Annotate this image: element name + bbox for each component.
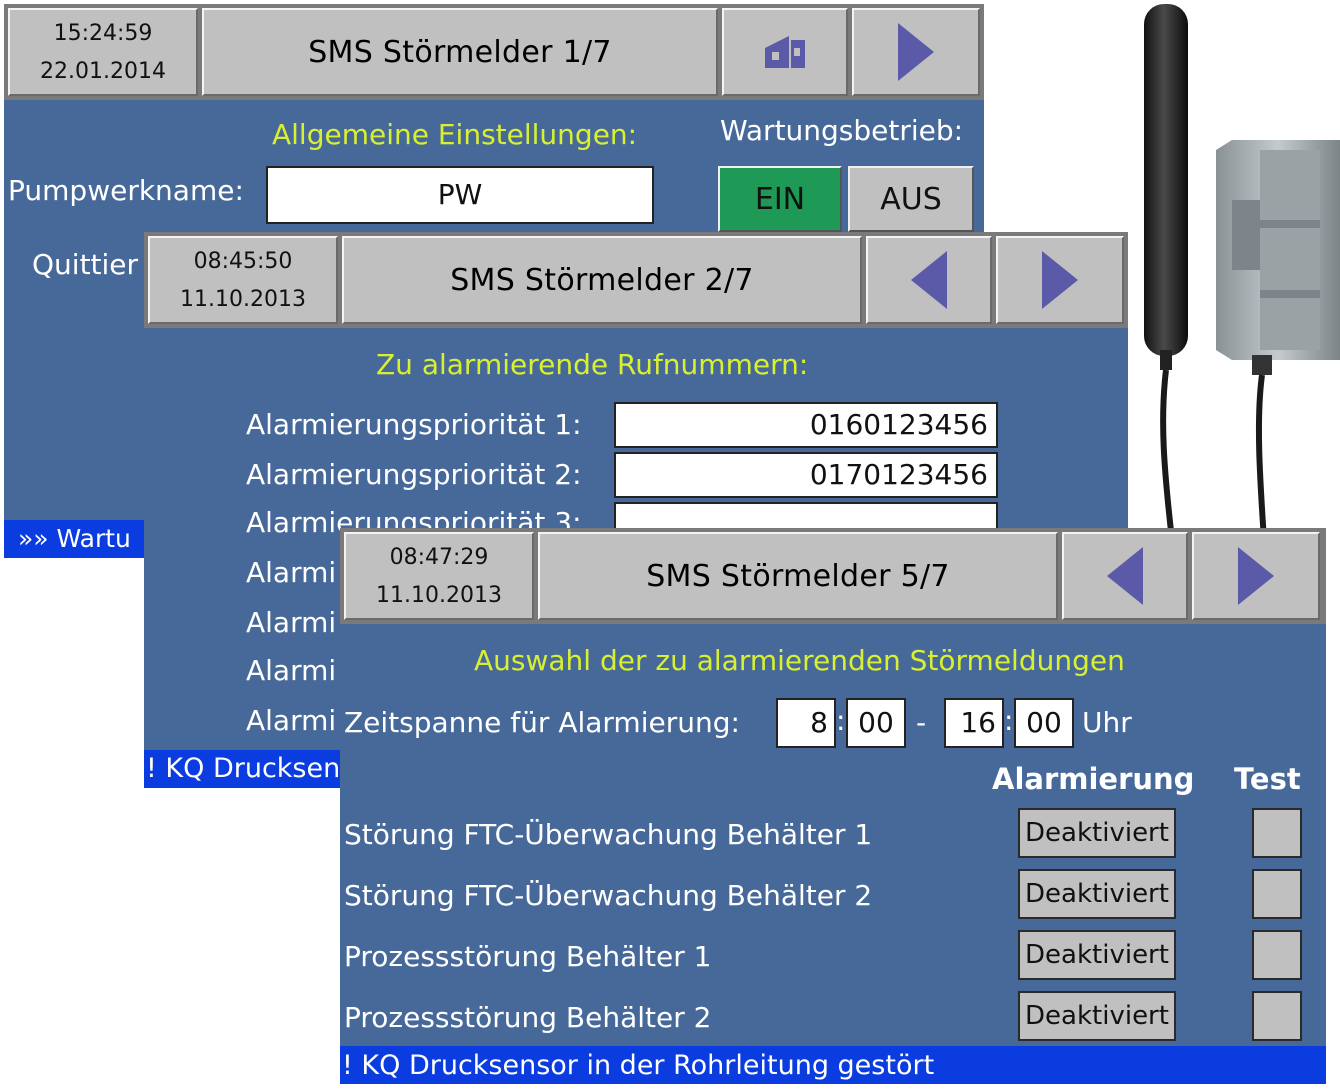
home-icon <box>765 36 805 68</box>
colon: : <box>1004 704 1014 737</box>
time: 15:24:59 <box>53 21 153 46</box>
section-heading: Allgemeine Einstellungen: <box>272 118 638 151</box>
time-period-label: Zeitspanne für Alarmierung: <box>344 706 740 739</box>
date: 11.10.2013 <box>180 287 306 312</box>
start-minute-field[interactable]: 00 <box>846 698 906 748</box>
colon: : <box>836 704 846 737</box>
alarm-label: Störung FTC-Überwachung Behälter 2 <box>344 879 873 912</box>
home-button[interactable] <box>722 8 848 96</box>
test-button[interactable] <box>1252 930 1302 980</box>
arrow-right-icon <box>1238 547 1274 605</box>
page-title: SMS Störmelder 5/7 <box>538 532 1058 620</box>
test-button[interactable] <box>1252 991 1302 1041</box>
test-button[interactable] <box>1252 869 1302 919</box>
end-hour-field[interactable]: 16 <box>944 698 1004 748</box>
end-minute-field[interactable]: 00 <box>1014 698 1074 748</box>
alarm-label: Prozessstörung Behälter 2 <box>344 1001 712 1034</box>
alarm-state-button[interactable]: Deaktiviert <box>1018 808 1176 858</box>
phone-number-field[interactable]: 0160123456 <box>614 402 998 448</box>
clock: 15:24:59 22.01.2014 <box>8 8 198 96</box>
section-heading: Zu alarmierende Rufnummern: <box>376 348 809 381</box>
section-heading: Auswahl der zu alarmierenden Störmeldung… <box>474 644 1125 677</box>
priority-label: Alarmi <box>246 606 337 639</box>
arrow-left-icon <box>911 251 947 309</box>
priority-label: Alarmi <box>246 654 337 687</box>
range-dash: - <box>916 706 927 739</box>
next-page-button[interactable] <box>996 236 1124 324</box>
phone-number-field[interactable]: 0170123456 <box>614 452 998 498</box>
date: 22.01.2014 <box>40 59 166 84</box>
next-page-button[interactable] <box>852 8 980 96</box>
maintenance-off-button[interactable]: AUS <box>848 166 974 232</box>
date: 11.10.2013 <box>376 583 502 608</box>
station-name-label: Pumpwerkname: <box>8 174 244 207</box>
prev-page-button[interactable] <box>866 236 992 324</box>
time: 08:47:29 <box>389 545 489 570</box>
alarm-label: Störung FTC-Überwachung Behälter 1 <box>344 818 873 851</box>
alarm-label: Prozessstörung Behälter 1 <box>344 940 712 973</box>
acknowledge-label: Quittier <box>32 248 139 281</box>
clock: 08:47:29 11.10.2013 <box>344 532 534 620</box>
test-button[interactable] <box>1252 808 1302 858</box>
uhr-label: Uhr <box>1082 706 1132 739</box>
clock: 08:45:50 11.10.2013 <box>148 236 338 324</box>
prev-page-button[interactable] <box>1062 532 1188 620</box>
column-header-alarm: Alarmierung <box>992 762 1195 796</box>
arrow-right-icon <box>898 23 934 81</box>
priority-label: Alarmierungspriorität 2: <box>246 458 582 491</box>
modem-icon <box>1216 140 1340 540</box>
screen-5-panel: 08:47:29 11.10.2013 SMS Störmelder 5/7 A… <box>340 528 1326 1084</box>
station-name-field[interactable]: PW <box>266 166 654 224</box>
page-title: SMS Störmelder 2/7 <box>342 236 862 324</box>
page-title: SMS Störmelder 1/7 <box>202 8 718 96</box>
screen-2-header: 08:45:50 11.10.2013 SMS Störmelder 2/7 <box>144 232 1128 328</box>
priority-label: Alarmierungspriorität 1: <box>246 408 582 441</box>
maintenance-label: Wartungsbetrieb: <box>720 114 964 147</box>
alarm-state-button[interactable]: Deaktiviert <box>1018 869 1176 919</box>
priority-label: Alarmi <box>246 556 337 589</box>
column-header-test: Test <box>1234 762 1301 796</box>
time: 08:45:50 <box>193 249 293 274</box>
screen-1-header: 15:24:59 22.01.2014 SMS Störmelder 1/7 <box>4 4 984 100</box>
screen-5-header: 08:47:29 11.10.2013 SMS Störmelder 5/7 <box>340 528 1326 624</box>
maintenance-on-button[interactable]: EIN <box>718 166 842 232</box>
arrow-left-icon <box>1107 547 1143 605</box>
next-page-button[interactable] <box>1192 532 1320 620</box>
start-hour-field[interactable]: 8 <box>776 698 836 748</box>
alarm-state-button[interactable]: Deaktiviert <box>1018 930 1176 980</box>
arrow-right-icon <box>1042 251 1078 309</box>
antenna-icon <box>1144 4 1188 540</box>
gsm-hardware-photo <box>1144 4 1340 540</box>
status-bar: ! KQ Drucksensor in der Rohrleitung gest… <box>340 1046 1326 1084</box>
alarm-state-button[interactable]: Deaktiviert <box>1018 991 1176 1041</box>
priority-label: Alarmi <box>246 704 337 737</box>
